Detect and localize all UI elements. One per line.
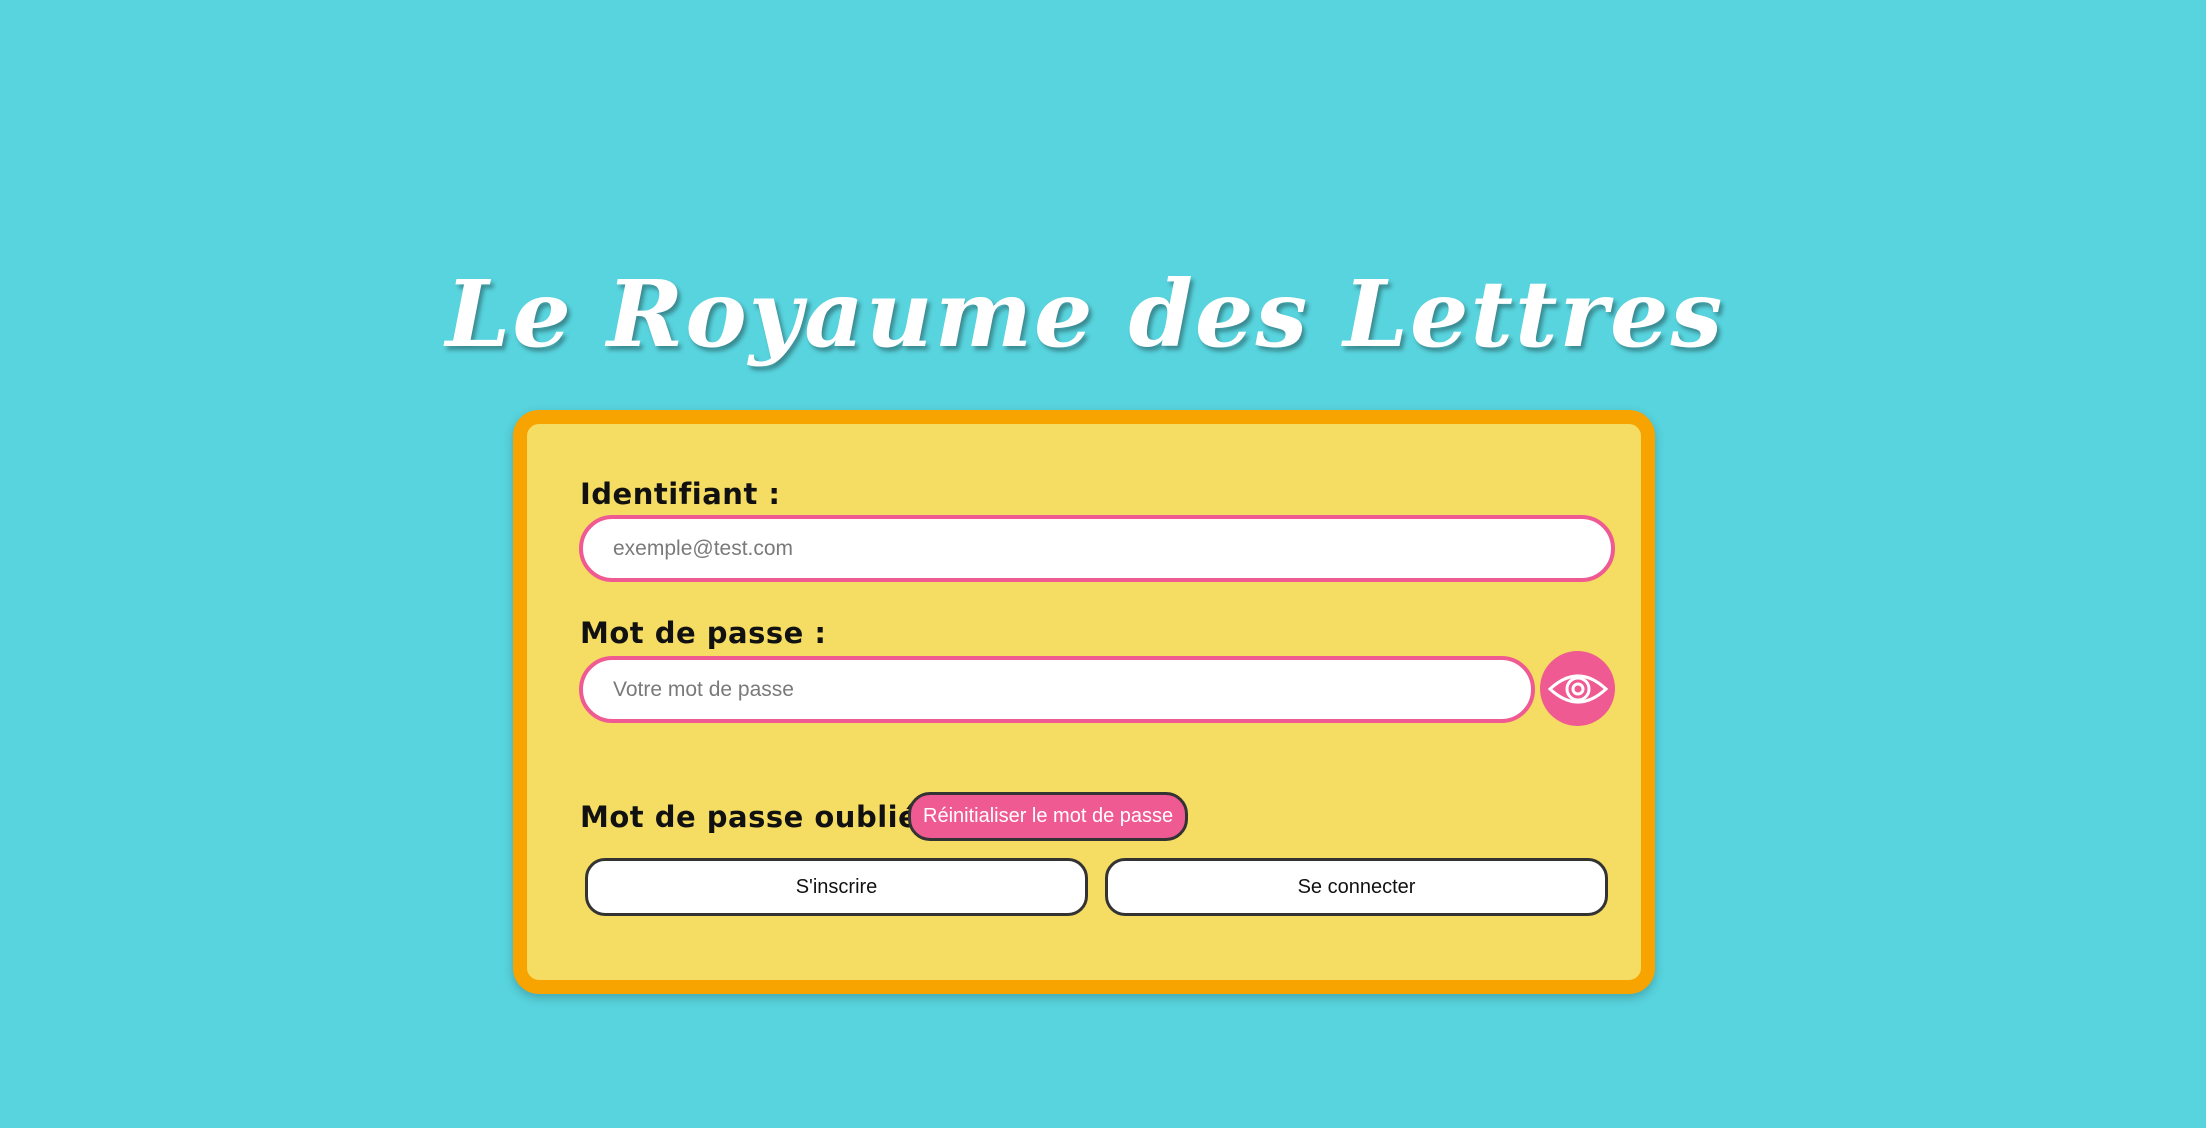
login-card: Identifiant : Mot de passe : Mot de pass… (513, 410, 1655, 994)
login-button[interactable]: Se connecter (1105, 858, 1608, 916)
reset-password-button[interactable]: Réinitialiser le mot de passe (908, 792, 1189, 841)
eye-icon (1547, 669, 1609, 709)
username-input[interactable] (579, 515, 1615, 582)
password-input[interactable] (579, 656, 1535, 723)
password-label: Mot de passe : (580, 616, 827, 650)
forgot-password-label: Mot de passe oublié ? (580, 800, 947, 834)
register-button[interactable]: S'inscrire (585, 858, 1088, 916)
page-title: Le Royaume des Lettres (445, 260, 1725, 368)
toggle-password-visibility-button[interactable] (1540, 651, 1615, 726)
username-label: Identifiant : (580, 477, 781, 511)
